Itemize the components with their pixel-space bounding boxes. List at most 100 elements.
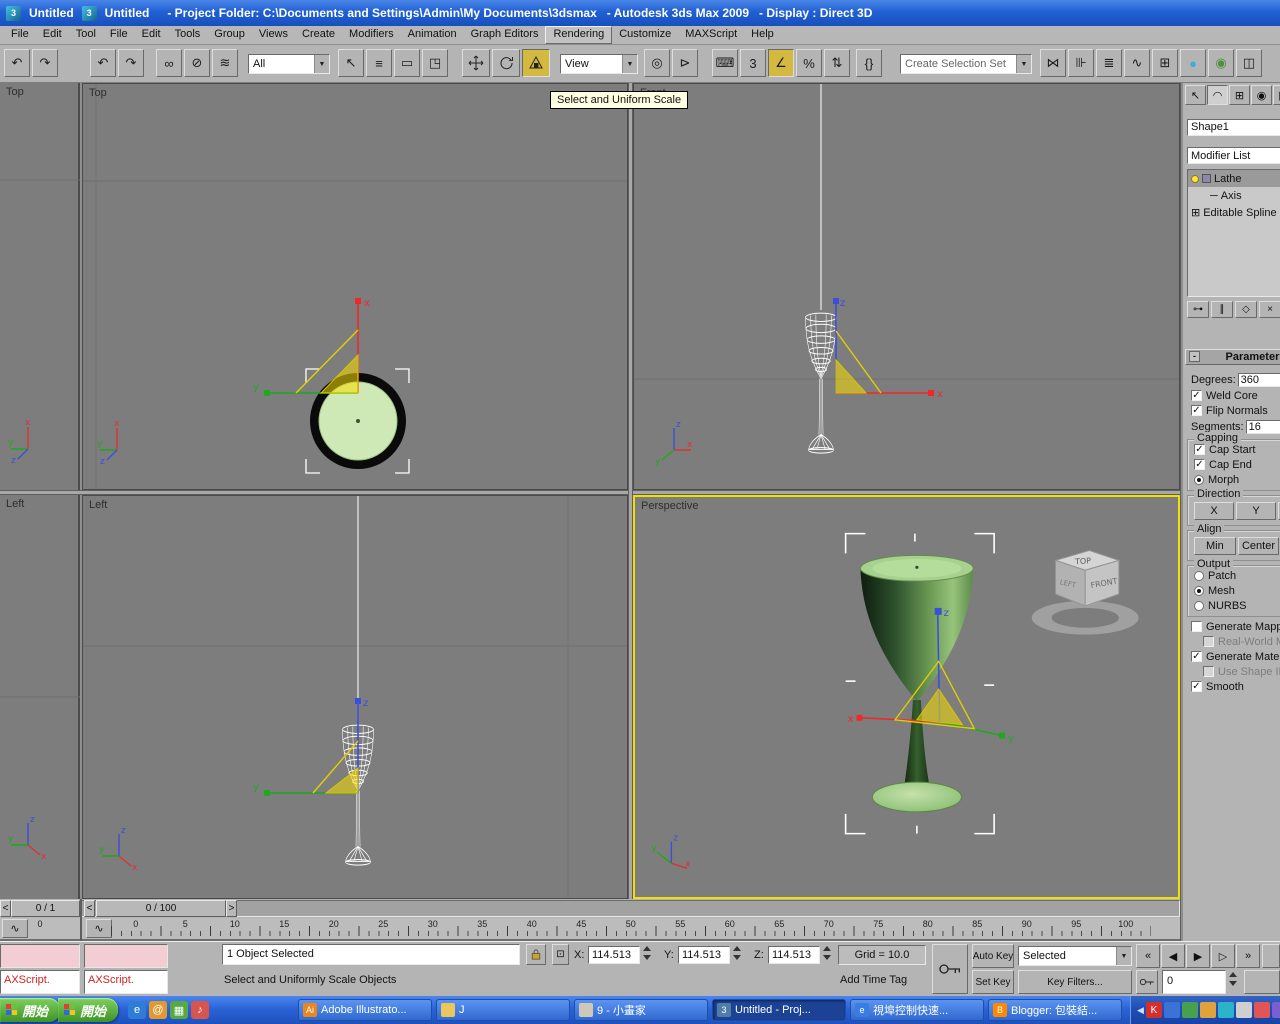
align-center-button[interactable]: Center xyxy=(1237,537,1280,555)
viewport-splitter-horizontal[interactable] xyxy=(0,490,1180,495)
menu-item[interactable]: Graph Editors xyxy=(464,26,546,44)
cap-end-checkbox[interactable] xyxy=(1194,459,1205,470)
snaps-toggle-button[interactable]: 3 xyxy=(740,49,766,77)
layer-manager-button[interactable]: ≣ xyxy=(1096,49,1122,77)
previous-frame-button[interactable]: ◀ xyxy=(1161,944,1185,968)
menu-item[interactable]: Rendering xyxy=(545,26,613,44)
viewport-front-canvas[interactable]: z x xyxy=(634,84,1180,490)
nurbs-radio[interactable] xyxy=(1194,600,1204,611)
select-object-button[interactable]: ↖ xyxy=(338,49,364,77)
chevron-down-icon[interactable]: ▼ xyxy=(622,55,637,73)
viewport-nav-button-clipped[interactable] xyxy=(1262,944,1280,968)
time-slider[interactable]: < 0 / 1 < 0 / 100 > xyxy=(0,899,1180,918)
render-setup-button[interactable]: ◉ xyxy=(1208,49,1234,77)
maxscript-mini-listener-bg[interactable]: AXScript. xyxy=(0,970,80,994)
keyboard-shortcut-override-button[interactable]: ⌨ xyxy=(712,49,738,77)
y-coord-field[interactable]: 114.513 xyxy=(678,946,730,964)
menu-item[interactable]: Edit xyxy=(36,26,69,44)
modifier-stack-item-lathe[interactable]: Lathe xyxy=(1188,170,1280,187)
spinner[interactable] xyxy=(1227,972,1238,986)
select-and-manipulate-button[interactable]: ⊳ xyxy=(672,49,698,77)
angle-snap-button[interactable]: ∠ xyxy=(768,49,794,77)
viewport-front[interactable]: Front z x xyxy=(633,83,1180,490)
menu-item[interactable]: MAXScript xyxy=(678,26,744,44)
flip-normals-checkbox[interactable] xyxy=(1191,405,1202,416)
tab-hierarchy[interactable]: ⊞ xyxy=(1229,85,1250,105)
tray-chevron-icon[interactable]: ◀ xyxy=(1137,1005,1144,1016)
degrees-field[interactable]: 360 xyxy=(1237,372,1280,387)
menu-item[interactable]: File xyxy=(103,26,135,44)
menu-item[interactable]: Group xyxy=(207,26,252,44)
unlink-selection-button[interactable]: ⊘ xyxy=(184,49,210,77)
pin-stack-button[interactable]: ⊶ xyxy=(1187,301,1209,318)
viewport-top[interactable]: Top x y xyxy=(82,83,628,490)
task-paint[interactable]: 9 - 小畫家 xyxy=(574,999,708,1021)
viewport-splitter-vertical[interactable] xyxy=(628,83,633,899)
align-min-button[interactable]: Min xyxy=(1194,537,1236,555)
rendered-frame-button[interactable]: ◫ xyxy=(1236,49,1262,77)
task-viewport-page[interactable]: e 視埠控制快速... xyxy=(850,999,984,1021)
viewport-nav-button-clipped[interactable] xyxy=(1244,970,1280,994)
scale-gizmo[interactable]: z x xyxy=(833,298,943,400)
set-keys-button[interactable] xyxy=(932,944,968,994)
tray-icon-k[interactable]: K xyxy=(1145,1002,1162,1018)
select-and-link-button[interactable]: ∞ xyxy=(156,49,182,77)
task-folder-j[interactable]: J xyxy=(436,999,570,1021)
time-slider-right-arrow[interactable]: > xyxy=(226,900,237,917)
spinner[interactable] xyxy=(821,946,832,960)
select-and-move-button[interactable] xyxy=(462,49,490,77)
redo-button[interactable]: ↷ xyxy=(118,49,144,77)
selection-lock-button[interactable] xyxy=(526,944,546,965)
x-coord-field[interactable]: 114.513 xyxy=(588,946,640,964)
direction-x-button[interactable]: X xyxy=(1194,502,1234,520)
mini-curve-editor-button-bg[interactable]: ∿ xyxy=(2,919,28,938)
viewport-perspective[interactable]: Perspective z x y TOP LEFT FRONT xyxy=(633,495,1180,899)
viewport-left-canvas[interactable]: z y xyxy=(83,496,628,899)
window-crossing-button[interactable]: ◳ xyxy=(422,49,448,77)
curve-editor-button[interactable]: ∿ xyxy=(1124,49,1150,77)
rectangular-selection-region-button[interactable]: ▭ xyxy=(394,49,420,77)
redo-button-bg[interactable]: ↷ xyxy=(32,49,58,77)
direction-y-button[interactable]: Y xyxy=(1236,502,1276,520)
start-button-bg[interactable]: 開始 xyxy=(0,998,61,1022)
spinner-snap-button[interactable]: ⇅ xyxy=(824,49,850,77)
track-bar[interactable]: ∿ ∿ 0 0 5 10 15 20 25 30 35 40 45 50 55 60 65 70 75 80 85… xyxy=(0,918,1180,941)
quicklaunch-media-icon[interactable]: ♪ xyxy=(191,1001,209,1019)
time-slider-handle-bg[interactable]: 0 / 1 xyxy=(11,900,80,917)
menu-item[interactable]: Help xyxy=(744,26,781,44)
tab-create[interactable]: ↖ xyxy=(1185,85,1206,105)
time-slider-handle[interactable]: 0 / 100 xyxy=(96,900,226,917)
lightbulb-icon[interactable] xyxy=(1191,174,1199,183)
select-by-name-button[interactable]: ≡ xyxy=(366,49,392,77)
quicklaunch-desktop-icon[interactable]: ▦ xyxy=(170,1001,188,1019)
next-frame-button[interactable]: ▷ xyxy=(1211,944,1235,968)
generate-material-ids-checkbox[interactable] xyxy=(1191,651,1202,662)
modifier-stack-item-editable-spline[interactable]: ⊞ Editable Spline xyxy=(1188,204,1280,221)
percent-snap-button[interactable]: % xyxy=(796,49,822,77)
absolute-offset-toggle[interactable]: ⊡ xyxy=(552,944,569,965)
tray-icon-orange[interactable] xyxy=(1199,1002,1216,1018)
mirror-button[interactable]: ⋈ xyxy=(1040,49,1066,77)
tray-icon-blue[interactable] xyxy=(1163,1002,1180,1018)
reference-coordinate-system-dropdown[interactable]: View ▼ xyxy=(560,54,638,74)
tray-icon-gray[interactable] xyxy=(1235,1002,1252,1018)
undo-button-bg[interactable]: ↶ xyxy=(4,49,30,77)
morph-radio[interactable] xyxy=(1194,474,1204,485)
select-and-uniform-scale-button[interactable] xyxy=(522,49,550,77)
use-pivot-point-center-button[interactable]: ◎ xyxy=(644,49,670,77)
weld-core-checkbox[interactable] xyxy=(1191,390,1202,401)
selected-filter-dropdown[interactable]: Selected ▼ xyxy=(1018,946,1132,966)
named-selection-set-combo[interactable]: Create Selection Set ▼ xyxy=(900,54,1032,74)
maxscript-mini-listener[interactable]: AXScript. xyxy=(84,970,168,994)
material-editor-button[interactable]: ● xyxy=(1180,49,1206,77)
modifier-stack-item-axis[interactable]: ─ Axis xyxy=(1188,187,1280,204)
object-name-field[interactable]: Shape1 xyxy=(1187,119,1280,136)
menu-item[interactable]: File xyxy=(4,26,36,44)
play-button[interactable]: ▶ xyxy=(1186,944,1210,968)
mesh-radio[interactable] xyxy=(1194,585,1204,596)
viewport-perspective-canvas[interactable]: z x y TOP LEFT FRONT xyxy=(635,497,1178,897)
chevron-down-icon[interactable]: ▼ xyxy=(1016,55,1031,73)
tab-modify[interactable]: ◠ xyxy=(1207,85,1228,105)
task-blogger[interactable]: B Blogger: 包裝結... xyxy=(988,999,1122,1021)
menu-item[interactable]: Animation xyxy=(401,26,464,44)
